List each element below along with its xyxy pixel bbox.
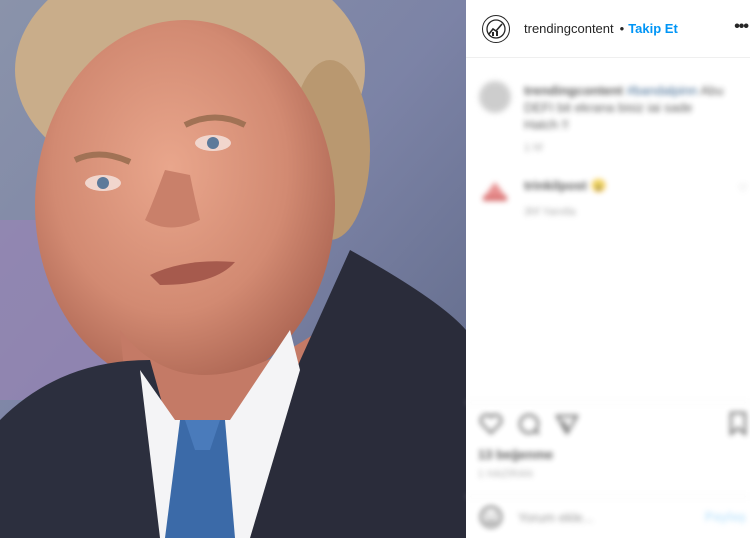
- reply-meta[interactable]: 3hf Yanıtla: [524, 206, 576, 218]
- trend-logo-icon: [486, 18, 506, 39]
- reply-text: trinkilpost 😮: [524, 178, 607, 194]
- reply-username[interactable]: trinkilpost: [524, 178, 587, 193]
- comment-avatar[interactable]: [478, 80, 512, 114]
- like-icon[interactable]: [478, 411, 504, 437]
- post-header: trendingcontent • Takip Et •••: [466, 0, 750, 58]
- comment-time: 1 hf: [524, 142, 543, 154]
- separator-dot: •: [619, 21, 625, 36]
- comment-icon[interactable]: [516, 411, 542, 437]
- profile-avatar[interactable]: [482, 14, 510, 43]
- follow-button[interactable]: Takip Et: [628, 21, 678, 36]
- add-comment-bar: Paylaş: [466, 496, 750, 539]
- bookmark-icon[interactable]: [728, 411, 748, 437]
- comment-username[interactable]: trendingcontent: [524, 83, 623, 98]
- comment-hashtag[interactable]: #bandalpinn: [627, 83, 698, 98]
- share-icon[interactable]: [554, 411, 580, 437]
- post-username[interactable]: trendingcontent: [524, 21, 614, 36]
- comment-input[interactable]: [516, 509, 670, 526]
- emoji-icon[interactable]: [478, 504, 504, 530]
- comment-like-icon[interactable]: ♡: [738, 182, 748, 195]
- more-options-icon[interactable]: •••: [734, 18, 749, 36]
- likes-count[interactable]: 13 beğenme: [478, 447, 553, 462]
- post-sidebar: trendingcontent • Takip Et ••• trendingc…: [466, 0, 750, 538]
- post-actions: 13 beğenme 1 HAZİRAN: [466, 402, 750, 499]
- post-date: 1 HAZİRAN: [478, 469, 533, 480]
- action-icons: [478, 411, 580, 437]
- reply-avatar-icon[interactable]: [480, 176, 510, 206]
- comment-text: trendingcontent #bandalpinn Abu DEFI bit…: [524, 82, 724, 133]
- post-comment-button[interactable]: Paylaş: [705, 509, 746, 524]
- reply-emoji: 😮: [590, 178, 607, 193]
- post-photo[interactable]: [0, 0, 466, 538]
